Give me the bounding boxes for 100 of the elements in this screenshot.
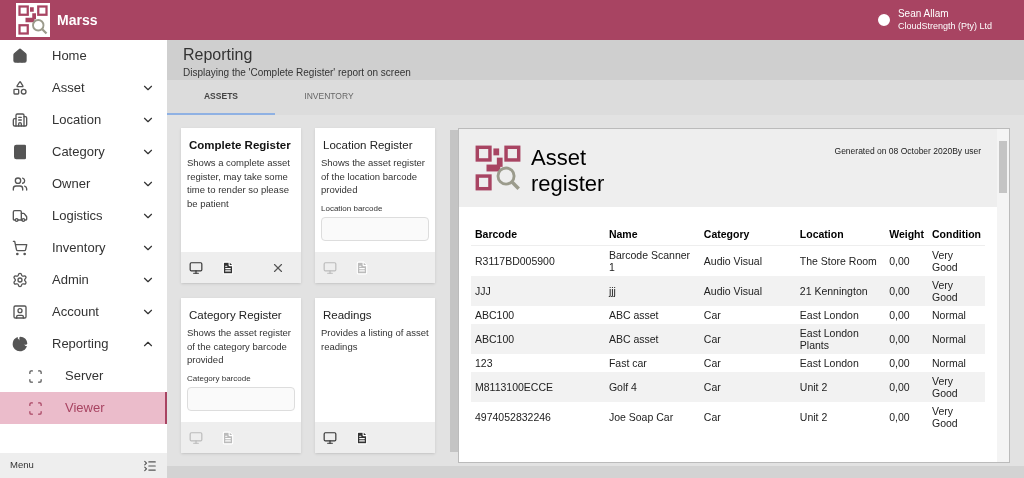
generated-note: Generated on 08 October 2020By user	[834, 145, 981, 158]
app-title: Marss	[57, 10, 98, 30]
table-cell: Fast car	[604, 353, 700, 372]
user-name: Sean Allam	[897, 7, 950, 20]
pie-chart-icon	[12, 336, 28, 352]
card-title: Readings	[322, 308, 373, 323]
truck-icon	[12, 208, 28, 224]
scrollbar-thumb[interactable]	[999, 141, 1007, 193]
card-description: Shows the asset register of the category barcode provided	[187, 326, 293, 367]
report-card[interactable]: Location Register Shows the asset register of the location barcode provided Location barcode	[315, 128, 435, 283]
column-header: Weight	[885, 225, 928, 245]
sidebar-item[interactable]: Inventory	[0, 232, 167, 264]
sidebar-item[interactable]: Reporting	[0, 328, 167, 360]
sidebar-item[interactable]: Owner	[0, 168, 167, 200]
table-cell: 21 Kennington	[795, 275, 886, 306]
column-header: Barcode	[471, 225, 605, 245]
table-cell: 0,00	[885, 323, 928, 354]
table-cell: ABC asset	[604, 305, 700, 324]
table-cell: Car	[699, 305, 796, 324]
table-cell: Audio Visual	[699, 275, 796, 306]
screen-icon	[28, 368, 43, 384]
table-cell: Normal	[928, 323, 985, 354]
scrollbar[interactable]	[450, 130, 458, 452]
tab[interactable]: ASSETS	[167, 80, 275, 115]
table-cell: jjj	[604, 275, 700, 306]
table-cell: Car	[699, 371, 796, 402]
card-description: Shows the asset register of the location barcode provided	[321, 156, 427, 197]
page-subtitle: Displaying the 'Complete Register' report on screen	[183, 66, 412, 80]
monitor-icon[interactable]	[189, 260, 203, 275]
table-cell: The Store Room	[795, 245, 886, 276]
report-card[interactable]: Complete Register Shows a complete asset register, may take some time to render so please be patient	[181, 128, 301, 283]
table-cell: M8113100ECCE	[471, 371, 605, 402]
home-icon	[12, 48, 28, 64]
table-cell: 0,00	[885, 305, 928, 324]
barcode-input-field[interactable]	[187, 386, 295, 411]
table-cell: 0,00	[885, 401, 928, 432]
menu-label: Menu	[10, 458, 35, 473]
table-cell: 123	[471, 353, 605, 372]
document-icon[interactable]	[355, 430, 369, 445]
table-cell: 0,00	[885, 371, 928, 402]
qr-logo-icon	[475, 145, 521, 191]
report-card[interactable]: Category Register Shows the asset register of the category barcode provided Category barcode	[181, 298, 301, 453]
card-title: Complete Register	[188, 138, 292, 153]
tab[interactable]: INVENTORY	[275, 80, 383, 115]
table-cell: JJJ	[471, 275, 605, 306]
sidebar-item[interactable]: Logistics	[0, 200, 167, 232]
field-label: Location barcode	[321, 202, 384, 215]
user-company: CloudStrength (Pty) Ltd	[897, 20, 992, 33]
table-cell: Joe Soap Car	[604, 401, 700, 432]
table-cell: East London Plants	[795, 323, 886, 354]
table-cell: ABC100	[471, 305, 605, 324]
building-icon	[12, 112, 28, 128]
table-cell: East London	[795, 353, 886, 372]
document-icon[interactable]	[221, 260, 235, 275]
sidebar-item[interactable]: Location	[0, 104, 167, 136]
sidebar-item[interactable]: Category	[0, 136, 167, 168]
sidebar-item[interactable]: Admin	[0, 264, 167, 296]
table-cell: Unit 2	[795, 401, 886, 432]
table-cell: R3117BD005900	[471, 245, 605, 276]
card-description: Provides a listing of asset readings	[321, 326, 429, 354]
monitor-icon[interactable]	[323, 430, 337, 445]
column-header: Name	[604, 225, 700, 245]
contact-icon	[12, 304, 28, 320]
sidebar-item[interactable]: Home	[0, 40, 167, 72]
table-cell: 0,00	[885, 275, 928, 306]
field-label: Category barcode	[187, 372, 252, 385]
users-icon	[12, 176, 28, 192]
shapes-icon	[12, 80, 28, 96]
column-header: Category	[699, 225, 796, 245]
column-header: Location	[795, 225, 886, 245]
sidebar-subitem[interactable]: Viewer	[0, 392, 167, 424]
table-cell: Very Good	[928, 245, 985, 276]
barcode-input-field[interactable]	[321, 216, 429, 241]
table-cell: Normal	[928, 353, 985, 372]
settings-icon	[12, 272, 28, 288]
page-title: Reporting	[183, 45, 254, 65]
table-cell: Very Good	[928, 401, 985, 432]
card-title: Location Register	[322, 138, 414, 153]
report-card[interactable]: Readings Provides a listing of asset readings	[315, 298, 435, 453]
table-cell: ABC asset	[604, 323, 700, 354]
user-avatar-icon[interactable]	[875, 12, 892, 28]
table-cell: Unit 2	[795, 371, 886, 402]
table-cell: Audio Visual	[699, 245, 796, 276]
table-cell: ABC100	[471, 323, 605, 354]
table-cell: Normal	[928, 305, 985, 324]
sidebar-subitem[interactable]: Server	[0, 360, 167, 392]
table-cell: Car	[699, 401, 796, 432]
screen-icon	[28, 400, 43, 416]
table-cell: 0,00	[885, 245, 928, 276]
table-cell: Golf 4	[604, 371, 700, 402]
sidebar-item[interactable]: Asset	[0, 72, 167, 104]
sidebar-item[interactable]: Account	[0, 296, 167, 328]
card-description: Shows a complete asset register, may take some time to render so please be patient	[187, 156, 291, 211]
card-title: Category Register	[188, 308, 283, 323]
cart-icon	[12, 240, 28, 256]
table-cell: Car	[699, 353, 796, 372]
table-cell: East London	[795, 305, 886, 324]
scrollbar[interactable]	[997, 129, 1009, 462]
table-cell: Very Good	[928, 275, 985, 306]
collapse-menu-icon[interactable]	[143, 458, 157, 473]
